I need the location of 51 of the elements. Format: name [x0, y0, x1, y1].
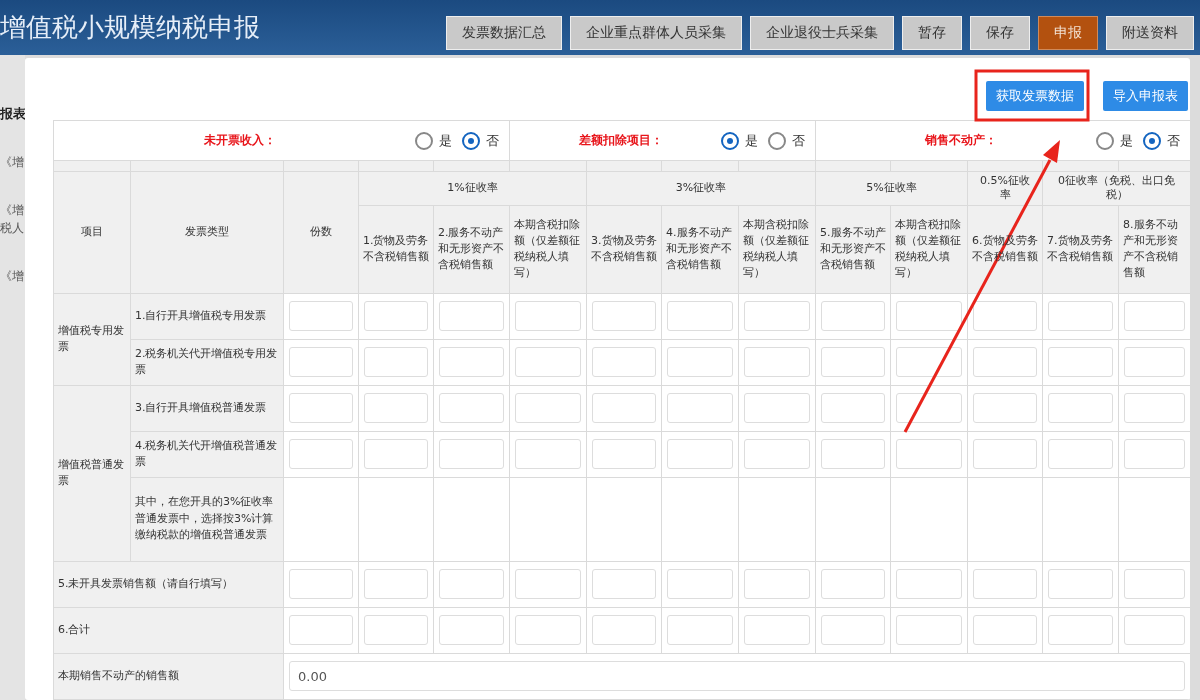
row-group-label: 增值税普通发票	[53, 385, 131, 562]
column-header: 4.服务不动产和无形资产不含税销售额	[661, 205, 739, 294]
action-button[interactable]: 获取发票数据	[986, 80, 1084, 111]
toolbar-button[interactable]: 申报	[1038, 15, 1098, 50]
toolbar-button[interactable]: 保存	[970, 15, 1030, 50]
row-label: 4.税务机关代开增值税普通发票	[130, 431, 284, 478]
column-header: 1.货物及劳务不含税销售额	[358, 205, 434, 294]
toolbar-button[interactable]: 发票数据汇总	[446, 15, 562, 50]
column-header: 份数	[283, 171, 359, 294]
radio-label: 是	[1120, 131, 1134, 150]
column-header: 3.货物及劳务不含税销售额	[586, 205, 662, 294]
row-label: 5.未开具发票销售额（请自行填写）	[53, 561, 284, 608]
radio-label: 否	[486, 131, 500, 150]
toolbar-button[interactable]: 附送资料	[1106, 15, 1194, 50]
row-label: 3.自行开具增值税普通发票	[130, 385, 284, 432]
toolbar-button[interactable]: 暂存	[902, 15, 962, 50]
column-header: 5.服务不动产和无形资产不含税销售额	[815, 205, 891, 294]
action-button[interactable]: 导入申报表	[1103, 80, 1188, 111]
sidebar-item[interactable]: 《增	[0, 267, 25, 285]
row-label: 6.合计	[53, 607, 284, 654]
group-header: 0征收率（免税、出口免税）	[1042, 171, 1190, 206]
group-header: 3%征收率	[586, 171, 816, 206]
row-group-label: 增值税专用发票	[53, 293, 131, 386]
row-label: 1.自行开具增值税专用发票	[130, 293, 284, 340]
column-header: 本期含税扣除额（仅差额征税纳税人填写）	[738, 205, 816, 294]
input-field[interactable]: 0.00	[289, 661, 1186, 692]
radio-label: 是	[745, 131, 759, 150]
page-title: 增值税小规模纳税申报	[0, 11, 260, 44]
column-header: 7.货物及劳务不含税销售额	[1042, 205, 1119, 294]
column-header: 2.服务不动产和无形资产不含税销售额	[433, 205, 510, 294]
column-header: 发票类型	[130, 171, 284, 294]
row-label: 2.税务机关代开增值税专用发票	[130, 339, 284, 386]
toolbar-button[interactable]: 企业退役士兵采集	[750, 15, 894, 50]
column-header: 本期含税扣除额（仅差额征税纳税人填写）	[890, 205, 968, 294]
radio-label: 否	[1167, 131, 1181, 150]
group-header: 1%征收率	[358, 171, 587, 206]
sidebar-item[interactable]: 《增	[0, 153, 25, 171]
sidebar-item[interactable]: 《增税人	[0, 201, 25, 237]
option-label: 差额扣除项目：	[577, 132, 664, 149]
column-header: 8.服务不动产和无形资产不含税销售额	[1118, 205, 1190, 294]
row-label: 其中，在您开具的3%征收率普通发票中，选择按3%计算缴纳税款的增值税普通发票	[130, 477, 284, 562]
option-label: 销售不动产：	[924, 132, 999, 149]
sidebar-title: 报表	[0, 105, 26, 123]
column-header: 本期含税扣除额（仅差额征税纳税人填写）	[509, 205, 587, 294]
option-label: 未开票收入：	[202, 132, 277, 149]
radio-label: 是	[439, 131, 453, 150]
column-header: 项目	[53, 171, 131, 294]
radio-label: 否	[792, 131, 806, 150]
row-label: 本期销售不动产的销售额	[53, 653, 284, 700]
group-header: 5%征收率	[815, 171, 968, 206]
toolbar-button[interactable]: 企业重点群体人员采集	[570, 15, 742, 50]
